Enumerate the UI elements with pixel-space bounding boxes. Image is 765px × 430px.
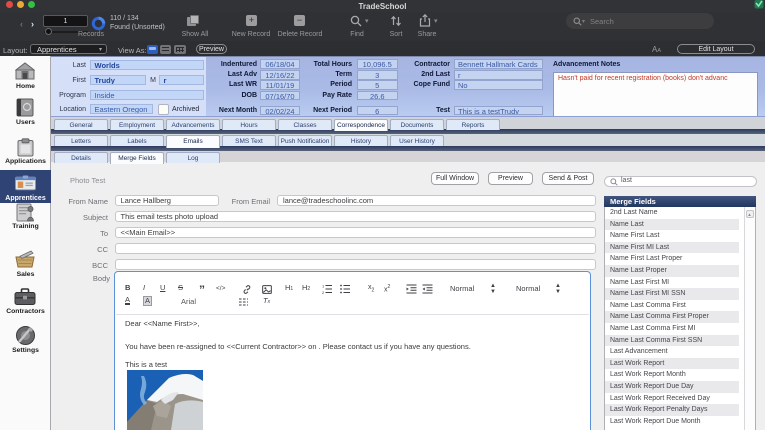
svg-text:2: 2 — [322, 290, 325, 294]
svg-text:1: 1 — [322, 284, 325, 288]
